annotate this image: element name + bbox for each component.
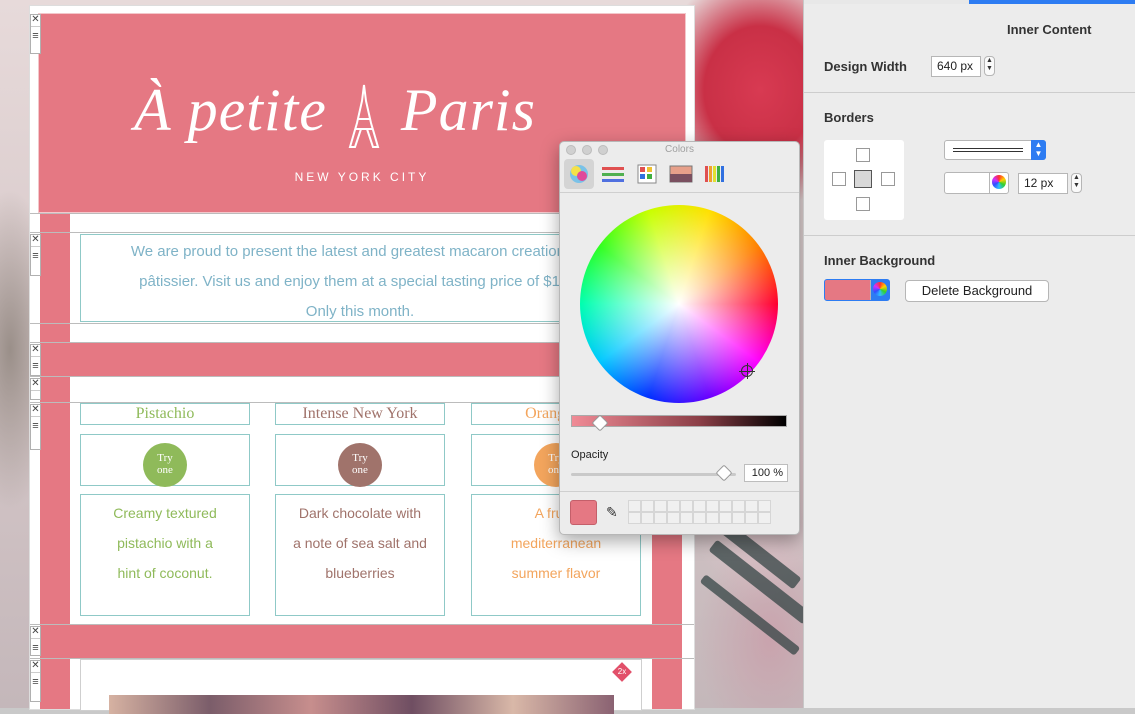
color-picker-icon <box>992 175 1006 189</box>
inner-background-label: Inner Background <box>824 253 936 268</box>
color-crosshair[interactable] <box>739 363 755 379</box>
macaron-photo[interactable] <box>109 695 614 714</box>
color-wheel-tab[interactable] <box>564 159 594 189</box>
current-color-swatch[interactable] <box>570 500 597 525</box>
brightness-slider-knob[interactable] <box>591 414 609 432</box>
flavor-badge-cell[interactable]: Try one <box>80 434 250 487</box>
opacity-field[interactable]: 100 % <box>744 464 788 482</box>
try-one-badge[interactable]: Try one <box>338 443 382 487</box>
colors-panel[interactable]: Colors Opacity 100 % ✎ <box>559 141 800 535</box>
color-picker-icon <box>873 282 887 296</box>
pencils-icon <box>705 166 724 182</box>
inspector-panel: Inner Content Design Width 640 px ▲ ▼ Bor… <box>803 0 1135 708</box>
intro-line: pâtissier. Visit us and enjoy them at a … <box>139 273 581 290</box>
flavor-title[interactable]: Intense New York <box>275 403 445 425</box>
color-wheel[interactable] <box>580 205 778 403</box>
colors-title: Colors <box>665 144 694 155</box>
zoom-window-button[interactable] <box>598 145 608 155</box>
chevron-updown-icon: ▲ ▼ <box>1031 140 1046 160</box>
row-handle-flavors[interactable]: ✕ ≡ <box>30 404 41 450</box>
close-window-button[interactable] <box>566 145 576 155</box>
border-left-toggle[interactable] <box>832 172 846 186</box>
border-sides-selector[interactable] <box>824 140 904 220</box>
brightness-slider[interactable] <box>571 414 787 432</box>
colors-titlebar[interactable]: Colors <box>560 142 799 158</box>
row-handle-image[interactable]: ✕ ≡ <box>30 660 41 702</box>
left-pink-margin <box>40 213 70 709</box>
row-handle-divider[interactable]: ✕ ≡ <box>30 344 41 376</box>
brand-logo: À petite Paris <box>134 76 544 156</box>
row-handle-divider-2[interactable]: ✕ ≡ <box>30 626 41 656</box>
intro-line: We are proud to present the latest and g… <box>130 243 590 260</box>
intro-line: Only this month. <box>305 303 415 320</box>
eyedropper-icon[interactable]: ✎ <box>606 504 618 521</box>
color-wheel-icon <box>570 165 588 183</box>
border-color-well[interactable] <box>944 172 1009 194</box>
retina-2x-badge: 2x <box>612 662 632 682</box>
image-palette-icon <box>669 165 693 183</box>
minimize-window-button[interactable] <box>582 145 592 155</box>
selected-tab-indicator <box>969 0 1135 4</box>
custom-swatches[interactable] <box>628 500 771 524</box>
color-palettes-tab[interactable] <box>632 159 662 189</box>
row-handle-spacer[interactable]: ✕ <box>30 378 41 400</box>
eiffel-tower-icon <box>348 85 380 149</box>
flavor-description[interactable]: Creamy textured pistachio with a hint of… <box>80 494 250 616</box>
pencils-tab[interactable] <box>700 159 730 189</box>
opacity-slider-knob[interactable] <box>715 464 733 482</box>
border-style-select[interactable]: ▲ ▼ <box>944 140 1046 160</box>
palette-icon <box>637 164 657 184</box>
delete-background-button[interactable]: Delete Background <box>905 280 1049 302</box>
flavor-title[interactable]: Pistachio <box>80 403 250 425</box>
border-width-field[interactable]: 12 px <box>1018 173 1068 194</box>
inner-background-color-well[interactable] <box>824 279 890 301</box>
image-palettes-tab[interactable] <box>666 159 696 189</box>
flavor-badge-cell[interactable]: Try one <box>275 434 445 487</box>
color-sliders-tab[interactable] <box>598 159 628 189</box>
design-width-label: Design Width <box>824 59 907 74</box>
border-right-toggle[interactable] <box>881 172 895 186</box>
border-bottom-toggle[interactable] <box>856 197 870 211</box>
try-one-badge[interactable]: Try one <box>143 443 187 487</box>
row-handle-header[interactable]: ✕ ≡ <box>30 14 41 54</box>
border-width-stepper[interactable]: ▲ ▼ <box>1071 173 1082 193</box>
flavor-description[interactable]: Dark chocolate with a note of sea salt a… <box>275 494 445 616</box>
opacity-label: Opacity <box>571 449 609 461</box>
row-handle-intro[interactable]: ✕ ≡ <box>30 234 41 276</box>
pink-divider-band-2 <box>70 625 652 658</box>
design-width-stepper[interactable]: ▲ ▼ <box>984 56 995 76</box>
border-all-toggle[interactable] <box>854 170 872 188</box>
sliders-icon <box>602 167 624 182</box>
section-title: Inner Content <box>1007 22 1092 37</box>
intro-text-block[interactable]: We are proud to present the latest and g… <box>80 234 640 322</box>
design-width-field[interactable]: 640 px <box>931 56 981 77</box>
opacity-slider[interactable] <box>571 464 736 482</box>
borders-label: Borders <box>824 110 874 125</box>
border-top-toggle[interactable] <box>856 148 870 162</box>
